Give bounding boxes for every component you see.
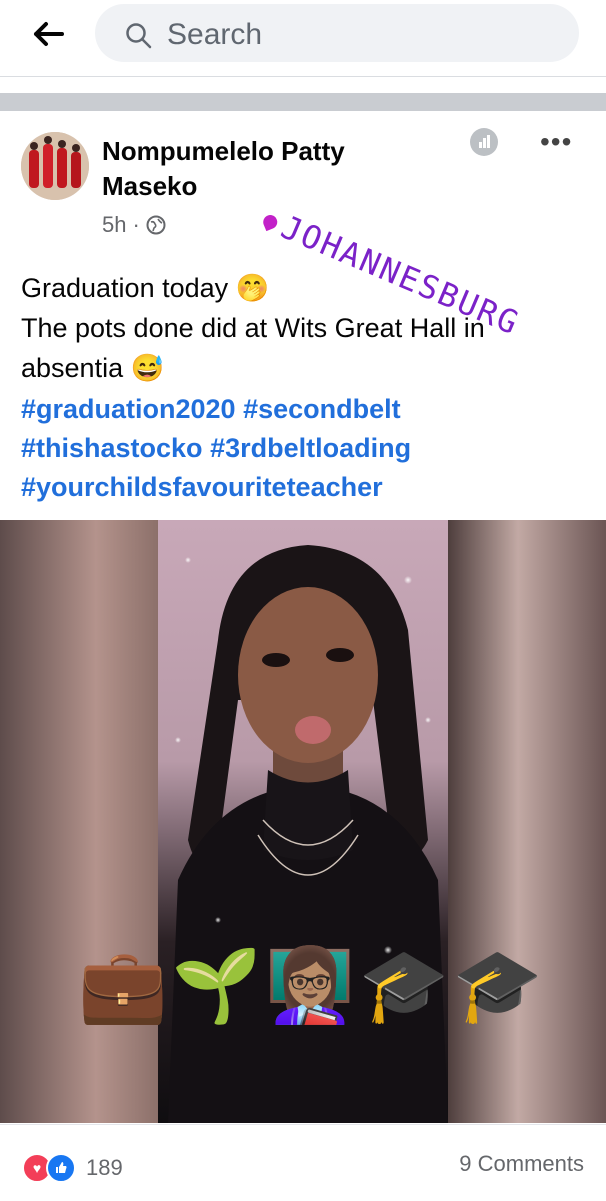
more-options-icon[interactable]: ••• <box>540 128 572 156</box>
post-text: Graduation today 🤭 The pots done did at … <box>21 268 586 388</box>
search-icon <box>126 23 152 49</box>
post-hashtags: #graduation2020 #secondbelt #thishastock… <box>21 390 586 507</box>
post-footer: ♥ 189 9 Comments <box>0 1124 606 1201</box>
post-time[interactable]: 5h <box>102 212 126 238</box>
avatar[interactable] <box>21 132 89 200</box>
hashtag[interactable]: #graduation2020 <box>21 394 236 424</box>
briefcase-emoji: 💼 <box>78 946 168 1026</box>
arrow-left-icon[interactable] <box>28 18 68 50</box>
post-text-line1: Graduation today 🤭 <box>21 273 270 303</box>
globe-icon <box>146 215 166 235</box>
location-pin-icon <box>261 212 280 232</box>
post-author[interactable]: Nompumelelo Patty Maseko <box>102 134 422 204</box>
photo-blur-left <box>0 520 160 1123</box>
seedling-emoji: 🌱 <box>171 946 262 1026</box>
photo-portrait <box>158 520 448 1123</box>
top-bar: Search <box>0 0 606 77</box>
search-input[interactable]: Search <box>95 4 579 62</box>
comments-count-link[interactable]: 9 Comments <box>459 1151 584 1177</box>
teacher-emoji: 👩🏽‍🏫 <box>265 946 355 1026</box>
graduation-cap-emoji: 🎓 <box>358 946 449 1026</box>
like-reaction-icon <box>46 1153 76 1183</box>
hashtag[interactable]: #3rdbeltloading <box>210 433 411 463</box>
hashtag[interactable]: #secondbelt <box>243 394 401 424</box>
photo-blur-right <box>446 520 606 1123</box>
post-text-line2: The pots done did at Wits Great Hall in … <box>21 313 485 383</box>
insights-icon[interactable] <box>470 128 498 156</box>
feed-divider <box>0 93 606 111</box>
graduation-cap-emoji: 🎓 <box>452 946 543 1026</box>
separator-dot: · <box>132 212 140 237</box>
post-meta: 5h · <box>102 212 166 238</box>
hashtag[interactable]: #yourchildsfavouriteteacher <box>21 472 383 502</box>
hashtag[interactable]: #thishastocko <box>21 433 203 463</box>
search-placeholder: Search <box>167 18 263 51</box>
post-photo[interactable] <box>0 520 606 1123</box>
photo-emoji-row: 💼 🌱 👩🏽‍🏫 🎓 🎓 <box>78 950 542 1022</box>
reaction-count: 189 <box>86 1155 123 1180</box>
reactions-summary[interactable]: ♥ 189 <box>22 1153 123 1183</box>
